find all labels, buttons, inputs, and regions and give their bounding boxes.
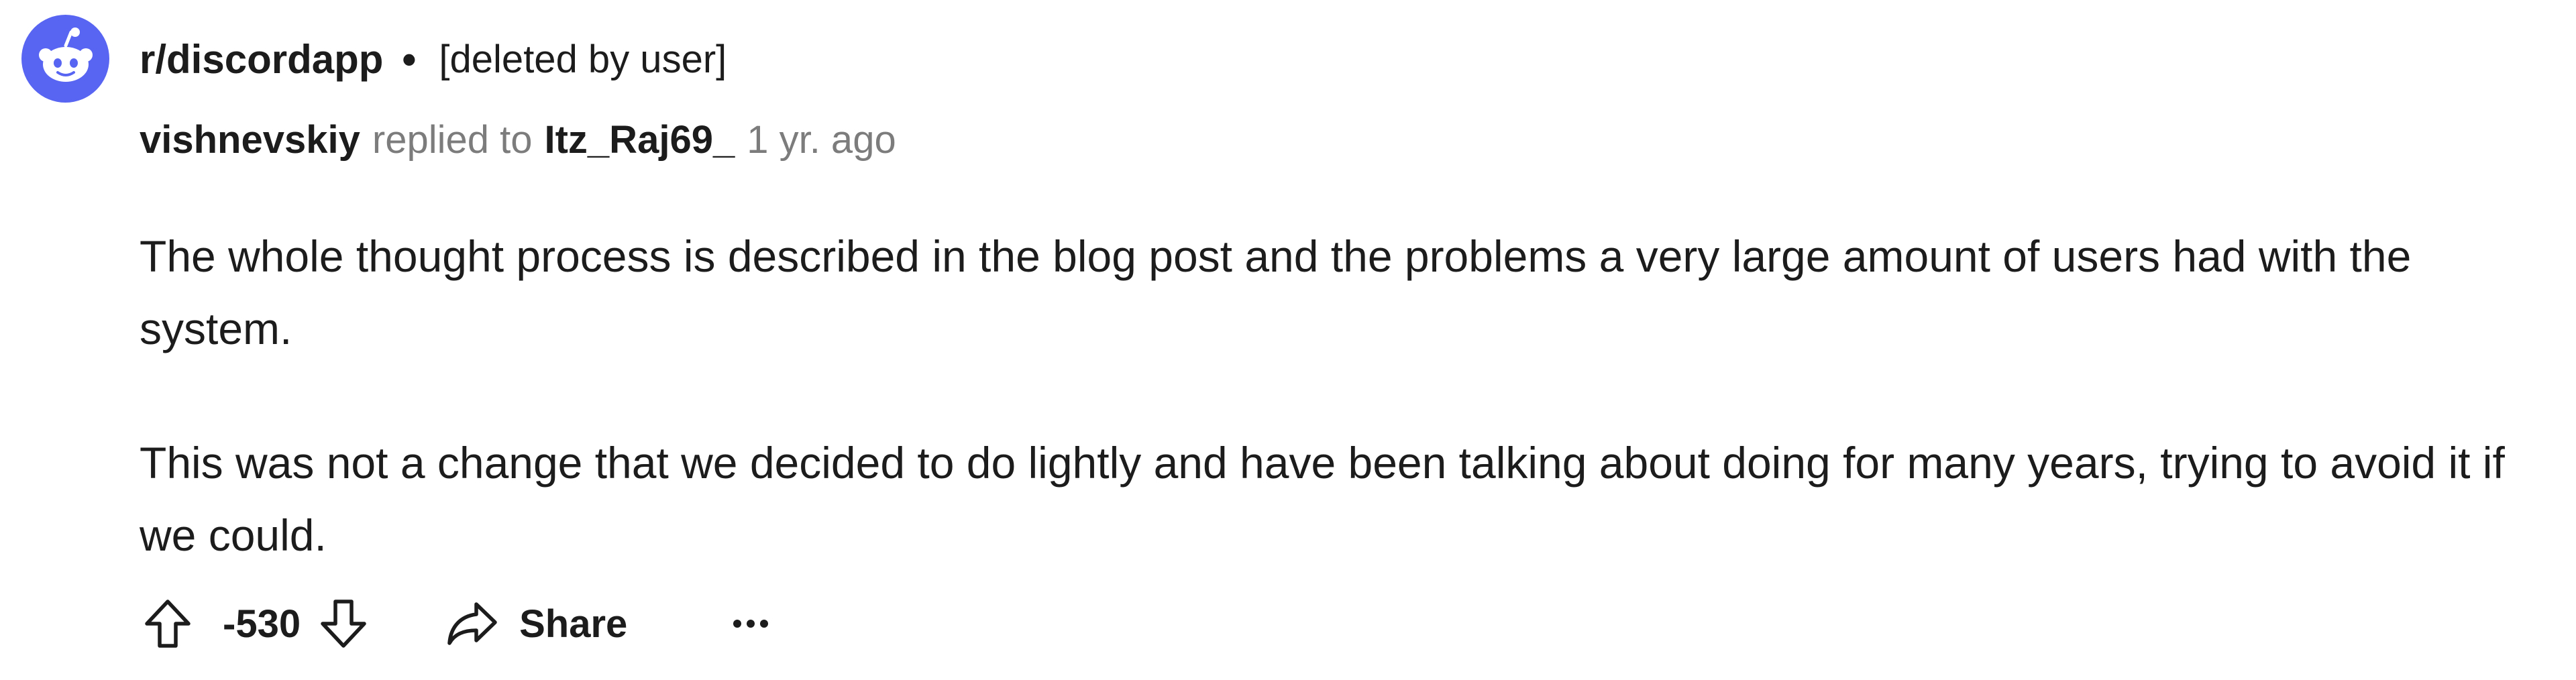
upvote-button[interactable]	[140, 596, 196, 652]
more-options-icon	[733, 620, 742, 628]
post-header: r/discordapp • [deleted by user]	[140, 32, 727, 86]
comment-author-link[interactable]: vishnevskiy	[140, 117, 360, 162]
vote-score: -530	[223, 602, 301, 646]
comment-paragraph: This was not a change that we decided to…	[140, 438, 2505, 560]
share-label: Share	[519, 602, 628, 646]
subreddit-avatar[interactable]	[21, 15, 109, 103]
comment-actions: -530 Share	[140, 590, 773, 657]
more-options-button[interactable]	[733, 596, 773, 652]
comment-timestamp: 1 yr. ago	[747, 118, 896, 162]
discord-logo-icon	[38, 27, 93, 82]
comment-card: r/discordapp • [deleted by user] vishnev…	[0, 0, 2576, 680]
subreddit-link[interactable]: r/discordapp	[140, 36, 383, 82]
downvote-button[interactable]	[315, 596, 372, 652]
share-button[interactable]: Share	[445, 600, 627, 647]
upvote-arrow-icon	[145, 600, 191, 648]
post-author: [deleted by user]	[439, 37, 727, 81]
comment-body: The whole thought process is described i…	[140, 220, 2528, 633]
comment-meta: vishnevskiy replied to Itz_Raj69_ 1 yr. …	[140, 117, 896, 171]
share-arrow-icon	[447, 602, 497, 645]
replied-to-label: replied to	[372, 118, 533, 162]
parent-author-link[interactable]: Itz_Raj69_	[545, 117, 735, 162]
separator-dot: •	[402, 36, 417, 82]
comment-paragraph: The whole thought process is described i…	[140, 231, 2412, 353]
downvote-arrow-icon	[321, 600, 366, 648]
